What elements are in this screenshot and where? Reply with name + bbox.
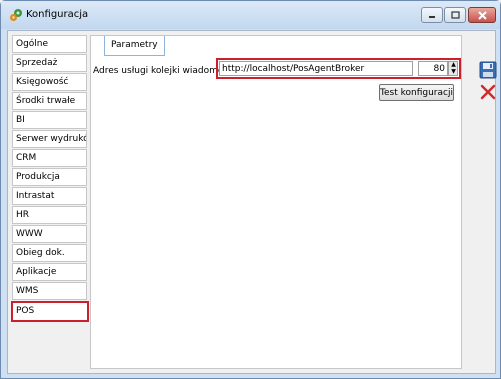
sidebar-item-bi[interactable]: BI bbox=[12, 111, 87, 129]
url-input[interactable] bbox=[219, 61, 413, 76]
main-panel: Parametry Adres usługi kolejki wiadomośc… bbox=[90, 35, 462, 369]
minimize-icon bbox=[429, 16, 435, 18]
sidebar-item-ogolne[interactable]: Ogólne bbox=[12, 35, 87, 53]
sidebar-item-ksiegowosc[interactable]: Księgowość bbox=[12, 73, 87, 91]
close-button[interactable] bbox=[468, 7, 496, 23]
sidebar-item-pos[interactable]: POS bbox=[11, 301, 89, 322]
floppy-disk-icon bbox=[479, 61, 497, 79]
tab-parametry[interactable]: Parametry bbox=[104, 36, 165, 56]
sidebar-item-obieg-dok[interactable]: Obieg dok. bbox=[12, 244, 87, 262]
sidebar-item-serwer-wydrukow[interactable]: Serwer wydruków bbox=[12, 130, 87, 148]
maximize-icon bbox=[450, 11, 460, 19]
sidebar-item-sprzedaz[interactable]: Sprzedaż bbox=[12, 54, 87, 72]
gears-icon bbox=[9, 8, 23, 22]
cancel-button[interactable] bbox=[478, 83, 498, 101]
close-icon bbox=[477, 10, 487, 20]
sidebar-item-produkcja[interactable]: Produkcja bbox=[12, 168, 87, 186]
port-spinner[interactable]: ▲ ▼ bbox=[448, 61, 458, 76]
sidebar-item-crm[interactable]: CRM bbox=[12, 149, 87, 167]
sidebar-item-hr[interactable]: HR bbox=[12, 206, 87, 224]
sidebar-item-aplikacje[interactable]: Aplikacje bbox=[12, 263, 87, 281]
maximize-button[interactable] bbox=[444, 7, 466, 23]
port-input[interactable] bbox=[418, 61, 448, 76]
sidebar-item-wms[interactable]: WMS bbox=[12, 282, 87, 300]
red-x-icon bbox=[480, 84, 496, 100]
spinner-down-icon[interactable]: ▼ bbox=[450, 69, 457, 75]
sidebar-item-www[interactable]: WWW bbox=[12, 225, 87, 243]
config-window: Konfiguracja Ogólne Sprzedaż Księgowość … bbox=[0, 0, 501, 379]
sidebar-item-intrastat[interactable]: Intrastat bbox=[12, 187, 87, 205]
test-configuration-button[interactable]: Test konfiguracji bbox=[379, 84, 454, 101]
title-bar[interactable]: Konfiguracja bbox=[1, 1, 500, 29]
client-area: Ogólne Sprzedaż Księgowość Środki trwałe… bbox=[7, 30, 498, 374]
save-button[interactable] bbox=[478, 61, 498, 79]
window-title: Konfiguracja bbox=[26, 9, 89, 20]
sidebar-item-srodki-trwale[interactable]: Środki trwałe bbox=[12, 92, 87, 110]
minimize-button[interactable] bbox=[421, 7, 443, 23]
